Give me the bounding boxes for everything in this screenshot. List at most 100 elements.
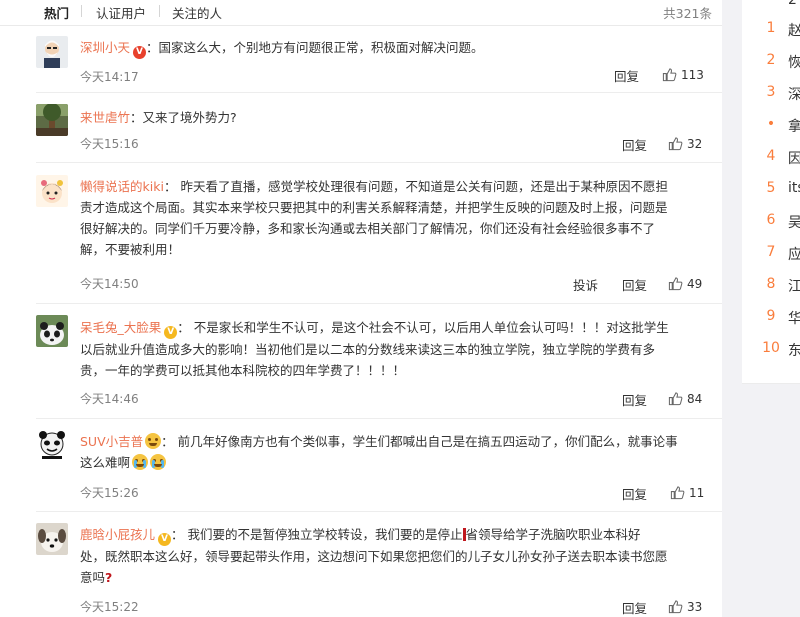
thumbs-up-icon [668, 392, 683, 406]
comment-panel: 热门 认证用户 关注的人 共321条 深圳小天 V ：国家这么大，个别地方有问题很正… [0, 0, 722, 617]
tab-separator [159, 5, 160, 17]
avatar[interactable] [36, 36, 68, 68]
reply-button[interactable]: 回复 [614, 66, 639, 85]
crying-emoji-icon [132, 454, 149, 470]
comment-text: 来世虐竹：又来了境外势力? [80, 110, 237, 125]
username[interactable]: 来世虐竹 [80, 110, 130, 125]
verified-badge-icon: V [133, 46, 147, 59]
hot-search-item[interactable]: 5 its [742, 180, 800, 200]
username[interactable]: 懒得说话的kiki [80, 179, 164, 194]
like-button[interactable]: 49 [668, 276, 702, 291]
hot-search-item[interactable]: 9 华 [742, 308, 800, 328]
comment-line: 意吗 [80, 570, 106, 585]
hot-search-item[interactable]: 7 应 [742, 244, 800, 264]
comment-line: 不是家长和学生不认可，是这个社会不认可，以后用人单位会认可吗！！！对这批学生 [193, 320, 669, 335]
comment-line: 以后就业升值造成多大的影响！当初他们是以二本的分数线来读这三本的独立学院，独立学… [80, 342, 656, 357]
thumbs-up-icon [662, 68, 677, 82]
avatar-panda-meme [36, 429, 68, 461]
hot-search-rank: 10 [762, 340, 780, 356]
hot-search-item[interactable]: 10 东 [742, 340, 800, 360]
avatar[interactable] [36, 175, 68, 207]
hot-search-item[interactable]: • 拿 [742, 116, 800, 136]
comment-divider [36, 162, 722, 163]
comment-time: 今天14:17 [80, 70, 139, 84]
comment-line: 处，既然职本这么好，领导要起带头作用，这边想问下如果您把您们的儿子女儿孙女孙子送… [80, 549, 668, 564]
comment-line: 很好解决的。同学们千万要冷静，多和家长沟通或去相关部门了解情况，你们还没有社会经… [80, 221, 656, 236]
like-button[interactable]: 113 [662, 67, 704, 82]
hot-search-rank: 1 [766, 20, 776, 36]
comment-divider [36, 418, 722, 419]
comment-text: SUV小吉普： 前几年好像南方也有个类似事，学生们都喊出自己是在搞五四运动了，你… [80, 433, 678, 470]
hot-search-rank: 8 [766, 276, 776, 292]
verified-badge-icon: V [164, 326, 178, 339]
comment-line: 前几年好像南方也有个类似事，学生们都喊出自己是在搞五四运动了，你们配么，就事论事 [177, 434, 678, 449]
like-count: 11 [689, 486, 705, 500]
comment-line: 我们要的不是暂停独立学校转设，我们要的是停止 [187, 527, 463, 542]
hot-search-rank: 5 [766, 180, 776, 196]
hot-search-text[interactable]: 赵 [788, 20, 800, 40]
comment-line: 贵，一年的学费可以抵其他本科院校的四年学费了！！！！ [80, 363, 406, 378]
username[interactable]: 深圳小天 [80, 40, 130, 55]
like-count: 113 [681, 68, 704, 82]
hot-search-rank: 6 [766, 212, 776, 228]
hot-search-text[interactable]: 恢 [788, 52, 800, 72]
tab-hot[interactable]: 热门 [44, 3, 69, 22]
hot-search-text[interactable]: its [788, 180, 800, 196]
hot-search-item[interactable]: 1 赵 [742, 20, 800, 40]
hot-search-sidebar: 2 1 赵 2 恢 3 深 • 拿 4 因 5 its 6 吴 7 应 8 江 … [742, 0, 800, 384]
comment-filter-tabs: 热门 认证用户 关注的人 共321条 [0, 0, 722, 26]
tab-separator [81, 5, 82, 17]
username[interactable]: SUV小吉普 [80, 434, 143, 449]
thumbs-up-icon [668, 137, 683, 151]
hot-search-rank: 4 [766, 148, 776, 164]
comment-text: 呆毛兔_大脸果 V： 不是家长和学生不认可，是这个社会不认可，以后用人单位会认可吗… [80, 317, 669, 381]
avatar-tree [36, 104, 68, 136]
avatar[interactable] [36, 315, 68, 347]
avatar[interactable] [36, 429, 68, 461]
hot-search-item[interactable]: 6 吴 [742, 212, 800, 232]
avatar[interactable] [36, 523, 68, 555]
reply-button[interactable]: 回复 [622, 390, 647, 409]
hot-search-text[interactable]: 深 [788, 84, 800, 104]
like-count: 49 [687, 277, 703, 291]
like-button[interactable]: 33 [668, 599, 702, 614]
hot-search-text[interactable]: 江 [788, 276, 800, 296]
hot-search-item[interactable]: 8 江 [742, 276, 800, 296]
username[interactable]: 鹿晗小屁孩儿 [80, 527, 155, 542]
reply-button[interactable]: 回复 [622, 135, 647, 154]
hot-search-rank: 2 [766, 52, 776, 68]
hot-search-item[interactable]: 4 因 [742, 148, 800, 168]
report-button[interactable]: 投诉 [573, 275, 598, 294]
reply-button[interactable]: 回复 [622, 484, 647, 503]
hot-search-rank: 7 [766, 244, 776, 260]
comment-text: 懒得说话的kiki： 昨天看了直播，感觉学校处理很有问题，不知道是公关有问题，还… [80, 176, 668, 260]
avatar-panda [36, 315, 68, 347]
hot-search-text[interactable]: 华 [788, 308, 800, 328]
hot-search-text[interactable]: 2 [788, 0, 797, 8]
hot-search-text[interactable]: 吴 [788, 212, 800, 232]
hot-search-text[interactable]: 应 [788, 244, 800, 264]
hot-search-item[interactable]: 2 恢 [742, 52, 800, 72]
thumbs-up-icon [668, 277, 683, 291]
hot-search-item[interactable]: 3 深 [742, 84, 800, 104]
tab-followed[interactable]: 关注的人 [172, 3, 222, 22]
hot-search-text[interactable]: 东 [788, 340, 800, 360]
like-button[interactable]: 84 [668, 391, 702, 406]
thumbs-up-icon [668, 600, 683, 614]
username[interactable]: 呆毛兔_大脸果 [80, 320, 161, 335]
avatar[interactable] [36, 104, 68, 136]
like-count: 32 [687, 137, 703, 151]
comment-line: 责才造成这个局面。其实本来学校只要把其中的利害关系解释清楚，并把学生反映的问题及… [80, 200, 668, 215]
tab-verified-users[interactable]: 认证用户 [96, 3, 146, 22]
comment-content: 又来了境外势力? [142, 110, 237, 125]
reply-button[interactable]: 回复 [622, 598, 647, 617]
hot-search-item[interactable]: 2 [742, 0, 800, 12]
like-button[interactable]: 11 [670, 485, 704, 500]
comment-line: 解，不要被利用！ [80, 242, 181, 257]
hot-search-text[interactable]: 因 [788, 148, 800, 168]
reply-button[interactable]: 回复 [622, 275, 647, 294]
like-button[interactable]: 32 [668, 136, 702, 151]
like-count: 33 [687, 600, 703, 614]
comment-time: 今天14:50 [80, 277, 139, 291]
hot-search-text[interactable]: 拿 [788, 116, 800, 136]
